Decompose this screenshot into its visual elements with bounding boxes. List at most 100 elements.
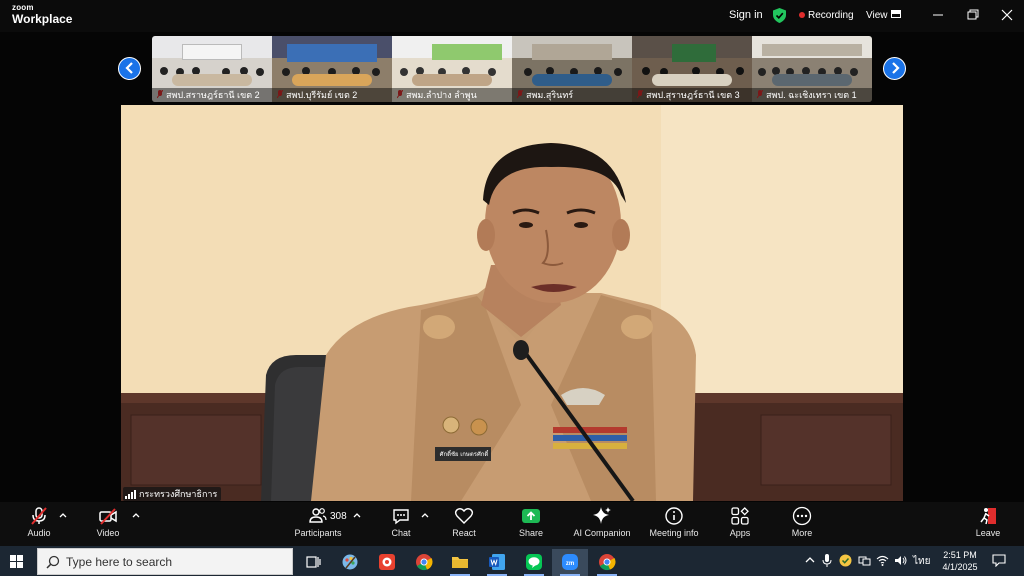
chrome-icon <box>599 554 616 571</box>
title-bar: zoom Workplace Sign in Recording View <box>0 0 1024 32</box>
heart-icon <box>454 508 474 524</box>
meeting-info-button[interactable]: Meeting info <box>647 506 701 538</box>
taskbar-app-zoom[interactable]: zm <box>552 549 588 576</box>
zoom-meeting-window: zoom Workplace Sign in Recording View สพ… <box>0 0 1024 546</box>
participant-count: 308 <box>330 511 347 522</box>
tile-name: สพป.สราษฎร์ธานี เขต 2 <box>152 88 272 102</box>
participant-tile[interactable]: สพป.สราษฎร์ธานี เขต 2 <box>152 36 272 102</box>
participant-tile[interactable]: สพป. ฉะเชิงเทรา เขต 1 <box>752 36 872 102</box>
taskbar-app-word[interactable] <box>479 549 515 576</box>
apps-grid-icon <box>731 507 749 525</box>
task-view-button[interactable] <box>295 549 331 576</box>
file-explorer-icon <box>452 557 468 568</box>
apps-button[interactable]: Apps <box>725 506 755 538</box>
chat-button[interactable]: Chat <box>386 506 416 538</box>
logo-small-text: zoom <box>12 3 34 12</box>
taskbar-app-red[interactable] <box>369 549 405 576</box>
tile-name: สพป. ฉะเชิงเทรา เขต 1 <box>752 88 872 102</box>
gallery-next-button[interactable] <box>883 57 906 80</box>
tile-name: สพม.ลำปาง ลำพูน <box>392 88 512 102</box>
svg-text:zm: zm <box>566 561 574 567</box>
meeting-info-label: Meeting info <box>649 528 699 538</box>
chat-label: Chat <box>391 528 411 538</box>
recording-dot-icon <box>799 12 805 18</box>
video-off-icon <box>99 508 117 525</box>
zoom-workplace-logo: zoom Workplace <box>12 3 72 26</box>
video-button[interactable]: Video <box>93 506 123 538</box>
react-button[interactable]: React <box>449 506 479 538</box>
tile-name: สพป.บุรีรัมย์ เขต 2 <box>272 88 392 102</box>
leave-door-icon <box>980 508 996 525</box>
tile-name: สพม.สุรินทร์ <box>512 88 632 102</box>
windows-taskbar: zm ไทย 2:51 PM 4/1/2025 <box>0 546 1024 576</box>
taskbar-clock[interactable]: 2:51 PM 4/1/2025 <box>938 549 982 573</box>
microphone-tray-icon[interactable] <box>822 554 832 567</box>
speaker-video-frame <box>121 105 903 501</box>
view-menu[interactable]: View <box>866 10 888 21</box>
uniform-name-plate: ศักดิ์ชัย เกษตรศักดิ์ <box>439 452 489 458</box>
windows-start-icon[interactable] <box>10 555 23 568</box>
gallery-prev-button[interactable] <box>118 57 141 80</box>
chevron-left-icon <box>124 62 133 74</box>
ai-companion-label: AI Companion <box>573 528 631 538</box>
signal-strength-icon <box>125 489 136 499</box>
chrome-icon <box>416 554 433 571</box>
taskbar-app-paint[interactable] <box>332 549 368 576</box>
share-screen-icon <box>522 509 540 523</box>
participants-label: Participants <box>294 528 342 538</box>
video-options-chevron-icon[interactable] <box>132 512 140 518</box>
taskbar-app-chrome[interactable] <box>406 549 442 576</box>
line-icon <box>526 554 542 570</box>
input-language[interactable]: ไทย <box>913 554 930 569</box>
share-button[interactable]: Share <box>516 506 546 538</box>
clock-time: 2:51 PM <box>943 550 977 560</box>
participant-tile[interactable]: สพป.บุรีรัมย์ เขต 2 <box>272 36 392 102</box>
more-dots-icon <box>792 506 812 526</box>
search-input[interactable] <box>66 549 286 574</box>
taskbar-app-line[interactable] <box>516 549 552 576</box>
participant-tile[interactable]: สพป.สุราษฎร์ธานี เขต 3 <box>632 36 752 102</box>
task-view-icon <box>306 556 321 568</box>
zoom-icon: zm <box>562 554 578 570</box>
audio-label: Audio <box>27 528 51 538</box>
minimize-button[interactable] <box>927 6 949 24</box>
tray-overflow-chevron-icon[interactable] <box>805 555 815 565</box>
word-icon <box>489 554 505 570</box>
speaker-name-tag: กระทรวงศึกษาธิการ <box>123 487 222 501</box>
search-icon <box>46 555 60 569</box>
audio-button[interactable]: Audio <box>24 506 54 538</box>
taskbar-app-chrome-2[interactable] <box>589 549 625 576</box>
restore-button[interactable] <box>961 6 983 24</box>
notifications-icon[interactable] <box>992 554 1006 567</box>
taskbar-app-file-explorer[interactable] <box>442 549 478 576</box>
chat-icon <box>393 509 409 525</box>
paint-icon <box>342 554 358 570</box>
clock-date: 4/1/2025 <box>942 562 978 572</box>
sparkle-icon <box>593 507 611 524</box>
leave-button[interactable]: Leave <box>973 506 1003 538</box>
more-button[interactable]: More <box>787 506 817 538</box>
meeting-toolbar: Audio Video Participants 308 Chat React … <box>0 502 1024 546</box>
taskbar-search[interactable] <box>37 548 293 575</box>
shield-check-icon[interactable] <box>773 8 786 23</box>
participant-tile[interactable]: สพม.สุรินทร์ <box>512 36 632 102</box>
wifi-icon[interactable] <box>876 555 889 566</box>
more-label: More <box>791 528 813 538</box>
sign-in-link[interactable]: Sign in <box>729 9 763 21</box>
recording-indicator[interactable]: Recording <box>808 10 854 21</box>
ai-companion-button[interactable]: AI Companion <box>572 506 632 538</box>
participant-tile[interactable]: สพม.ลำปาง ลำพูน <box>392 36 512 102</box>
react-label: React <box>452 528 476 538</box>
chat-options-chevron-icon[interactable] <box>421 512 429 518</box>
network-tray-icon[interactable] <box>858 555 871 566</box>
tile-name: สพป.สุราษฎร์ธานี เขต 3 <box>632 88 752 102</box>
security-tray-icon[interactable] <box>839 554 852 567</box>
volume-icon[interactable] <box>894 555 907 566</box>
participants-options-chevron-icon[interactable] <box>353 512 361 518</box>
view-grid-icon[interactable] <box>891 10 901 18</box>
active-speaker-video[interactable]: ศักดิ์ชัย เกษตรศักดิ์ <box>121 105 903 501</box>
close-button[interactable] <box>996 6 1018 24</box>
audio-options-chevron-icon[interactable] <box>59 512 67 518</box>
share-label: Share <box>518 528 544 538</box>
mic-muted-icon <box>31 507 47 525</box>
